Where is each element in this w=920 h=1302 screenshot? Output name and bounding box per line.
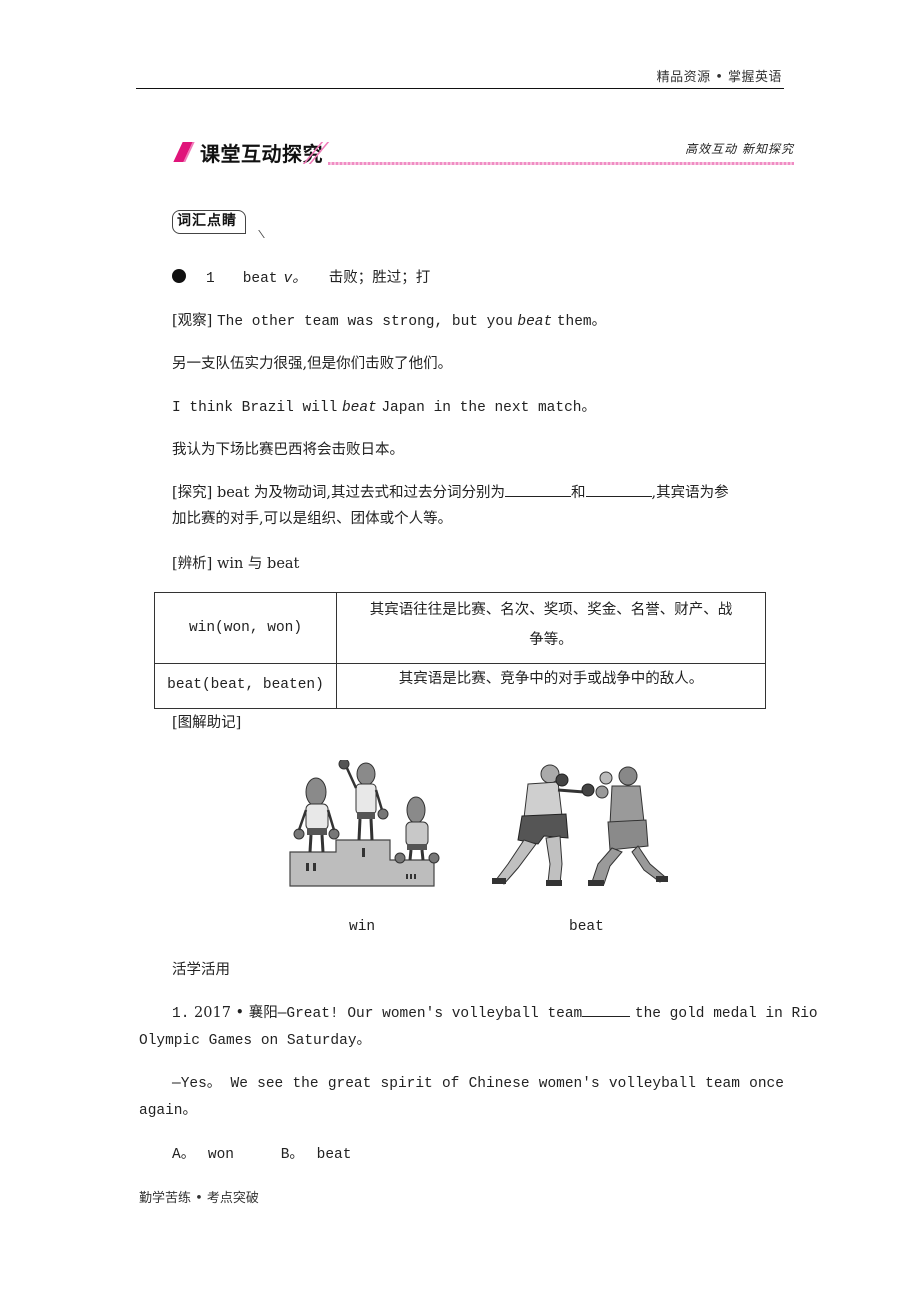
table-row: win(won, won) 其宾语往往是比赛、名次、奖项、奖金、名誉、财产、战 … bbox=[154, 592, 766, 664]
question-1: 1. 2017 • 襄阳—Great! Our women's volleyba… bbox=[172, 1003, 818, 1024]
reply-word: spirit bbox=[380, 1076, 433, 1092]
diagram-tag: [图解助记] bbox=[172, 715, 242, 731]
example-text: The other team was strong, but you bbox=[216, 314, 513, 330]
figure-second-place bbox=[293, 777, 340, 853]
compare-tag: [辨析] bbox=[172, 556, 213, 572]
explore-tag: [探究] bbox=[172, 485, 213, 501]
reply-word: team bbox=[705, 1076, 740, 1092]
reply-word: —Yes。 bbox=[172, 1076, 222, 1092]
explore-paragraph: [探究] beat 为及物动词,其过去式和过去分词分别为 和 ,其宾语为参 bbox=[172, 483, 729, 503]
example-text: them。 bbox=[556, 314, 607, 330]
word-meaning: 击败；胜过；打 bbox=[328, 270, 431, 286]
example-text: Japan in the next match。 bbox=[381, 400, 596, 416]
bullet-icon bbox=[172, 269, 186, 283]
reply-word: Chinese bbox=[468, 1076, 530, 1092]
observe-example-1-translation: 另一支队伍实力很强,但是你们击败了他们。 bbox=[172, 356, 453, 372]
explore-paragraph-continued: 加比赛的对手,可以是组织、团体或个人等。 bbox=[172, 511, 453, 527]
table-row: beat(beat, beaten) 其宾语是比赛、竞争中的对手或战争中的敌人。 bbox=[154, 663, 766, 709]
reply-word: see bbox=[257, 1076, 284, 1092]
fill-blank-past-tense[interactable] bbox=[505, 483, 571, 497]
example-text: I think Brazil will bbox=[172, 400, 338, 416]
reply-word: of bbox=[441, 1076, 460, 1092]
compare-heading: [辨析] win 与 beat bbox=[172, 554, 299, 574]
win-podium-illustration bbox=[289, 760, 440, 887]
question-reply-continued: again。 bbox=[139, 1103, 198, 1119]
option-a[interactable]: A。 won bbox=[172, 1147, 238, 1163]
reply-word: We bbox=[230, 1076, 248, 1092]
compare-title: win 与 beat bbox=[216, 556, 300, 572]
explore-text: 和 bbox=[571, 485, 586, 501]
option-key: B。 bbox=[280, 1147, 304, 1163]
word-number: 1 bbox=[206, 271, 215, 287]
question-number: 1. bbox=[172, 1006, 190, 1022]
explore-text: beat 为及物动词,其过去式和过去分词分别为 bbox=[216, 485, 505, 501]
observe-example-2-translation: 我认为下场比赛巴西将会击败日本。 bbox=[172, 442, 404, 458]
beat-boxers-illustration bbox=[492, 764, 668, 886]
usage-line: 争等。 bbox=[529, 632, 573, 648]
example-keyword: beat bbox=[517, 314, 553, 330]
table-cell-usage: 其宾语往往是比赛、名次、奖项、奖金、名誉、财产、战 争等。 bbox=[336, 592, 766, 664]
vocab-badge-tail bbox=[249, 230, 265, 238]
question-text-continued: Olympic Games on Saturday。 bbox=[139, 1033, 372, 1049]
vocab-badge: 词汇点睛 bbox=[172, 210, 246, 234]
caption-beat: beat bbox=[569, 919, 604, 935]
question-text: the gold medal in Rio bbox=[634, 1006, 818, 1022]
page-header-title: 精品资源 • 掌握英语 bbox=[656, 70, 782, 85]
fill-blank-past-participle[interactable] bbox=[585, 483, 652, 497]
section-subtitle: 高效互动 新知探究 bbox=[685, 142, 794, 156]
figure-first-place bbox=[338, 760, 389, 841]
option-text: beat bbox=[316, 1147, 352, 1163]
example-keyword: beat bbox=[341, 400, 377, 416]
caption-win: win bbox=[349, 919, 376, 935]
option-text: won bbox=[207, 1147, 235, 1163]
word-entry: 1 beat v。 击败；胜过；打 bbox=[172, 268, 430, 289]
compare-table: win(won, won) 其宾语往往是比赛、名次、奖项、奖金、名誉、财产、战 … bbox=[154, 592, 766, 709]
reply-word: women's bbox=[538, 1076, 600, 1092]
usage-line: 其宾语是比赛、竞争中的对手或战争中的敌人。 bbox=[398, 671, 704, 687]
reply-word: volleyball bbox=[608, 1076, 696, 1092]
observe-tag: [观察] bbox=[172, 313, 213, 329]
question-text: —Great! Our women's volleyball team bbox=[277, 1006, 583, 1022]
usage-line: 其宾语往往是比赛、名次、奖项、奖金、名誉、财产、战 bbox=[369, 602, 733, 618]
observe-example-2: I think Brazil will beat Japan in the ne… bbox=[172, 397, 596, 418]
boxer-right bbox=[588, 766, 668, 886]
reply-word: once bbox=[749, 1076, 784, 1092]
boxer-left bbox=[492, 764, 595, 886]
table-cell-word: win(won, won) bbox=[154, 592, 337, 664]
question-source: 2017 • 襄阳 bbox=[194, 1005, 278, 1021]
answer-blank[interactable] bbox=[582, 1003, 631, 1017]
answer-options: A。 won B。 beat bbox=[172, 1145, 359, 1165]
practice-heading: 活学活用 bbox=[172, 962, 230, 978]
table-cell-usage: 其宾语是比赛、竞争中的对手或战争中的敌人。 bbox=[336, 663, 766, 709]
word-headword: beat bbox=[242, 271, 278, 287]
observe-example-1: [观察] The other team was strong, but you … bbox=[172, 311, 606, 332]
question-reply: —Yes。 We see the great spirit of Chinese… bbox=[172, 1074, 784, 1094]
banner-underline bbox=[328, 162, 794, 165]
option-b[interactable]: B。 beat bbox=[281, 1147, 356, 1163]
explore-text: ,其宾语为参 bbox=[651, 485, 729, 501]
page-footer: 勤学苦练 • 考点突破 bbox=[139, 1191, 259, 1206]
section-banner: 课堂互动探究 高效互动 新知探究 bbox=[172, 136, 794, 168]
option-key: A。 bbox=[172, 1147, 196, 1163]
header-rule bbox=[136, 88, 784, 89]
table-cell-word: beat(beat, beaten) bbox=[154, 663, 337, 709]
reply-word: great bbox=[327, 1076, 372, 1092]
figure-third-place bbox=[394, 796, 440, 864]
word-part-of-speech: v。 bbox=[283, 271, 307, 287]
reply-word: the bbox=[292, 1076, 319, 1092]
